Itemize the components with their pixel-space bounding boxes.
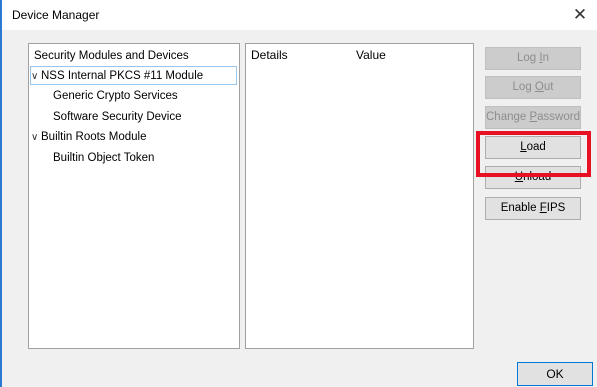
tree-item-label: NSS Internal PKCS #11 Module	[41, 70, 204, 82]
load-button[interactable]: Load	[485, 136, 581, 159]
button-label: nload	[523, 171, 552, 183]
tree-item-label: Builtin Roots Module	[41, 131, 147, 143]
ok-button[interactable]: OK	[517, 362, 593, 386]
change-password-button[interactable]: Change Password	[485, 106, 581, 129]
window-title: Device Manager	[12, 8, 100, 22]
tree-item-builtin-roots[interactable]: ∨ Builtin Roots Module	[30, 128, 237, 147]
tree-item-builtin-object-token[interactable]: Builtin Object Token	[30, 149, 237, 168]
security-modules-tree[interactable]: Security Modules and Devices ∨ NSS Intern…	[28, 43, 240, 349]
value-column-header[interactable]: Value	[356, 48, 386, 62]
button-label: oad	[526, 141, 546, 153]
tree-item-label: Generic Crypto Services	[53, 90, 178, 102]
tree-item-software-security[interactable]: Software Security Device	[30, 108, 237, 127]
button-label: n	[542, 52, 549, 64]
button-label: Log	[517, 52, 540, 64]
log-in-button[interactable]: Log In	[485, 47, 581, 70]
button-accesskey: P	[529, 111, 538, 123]
button-label: ut	[543, 81, 554, 93]
details-column-header[interactable]: Details	[251, 48, 288, 62]
button-label: assword	[537, 111, 580, 123]
button-label: Log	[512, 81, 535, 93]
unload-button[interactable]: Unload	[485, 166, 581, 189]
log-out-button[interactable]: Log Out	[485, 76, 581, 99]
tree-item-nss-internal[interactable]: ∨ NSS Internal PKCS #11 Module	[30, 66, 237, 85]
chevron-down-icon[interactable]: ∨	[31, 67, 41, 86]
button-label: Change	[486, 111, 530, 123]
details-table[interactable]: Details Value	[245, 43, 474, 349]
tree-item-generic-crypto[interactable]: Generic Crypto Services	[30, 87, 237, 106]
button-accesskey: O	[534, 81, 544, 93]
close-icon[interactable]: ✕	[568, 5, 592, 25]
title-bar: Device Manager ✕	[2, 0, 597, 30]
tree-column-header: Security Modules and Devices	[34, 50, 189, 62]
chevron-down-icon[interactable]: ∨	[31, 128, 41, 147]
button-accesskey: F	[539, 202, 547, 214]
tree-item-label: Builtin Object Token	[53, 152, 155, 164]
dialog-body: Security Modules and Devices ∨ NSS Intern…	[2, 30, 597, 387]
enable-fips-button[interactable]: Enable FIPS	[485, 197, 581, 220]
button-accesskey: U	[514, 171, 524, 183]
tree-item-label: Software Security Device	[53, 111, 182, 123]
button-label: IPS	[546, 202, 566, 214]
button-label: Enable	[500, 202, 540, 214]
